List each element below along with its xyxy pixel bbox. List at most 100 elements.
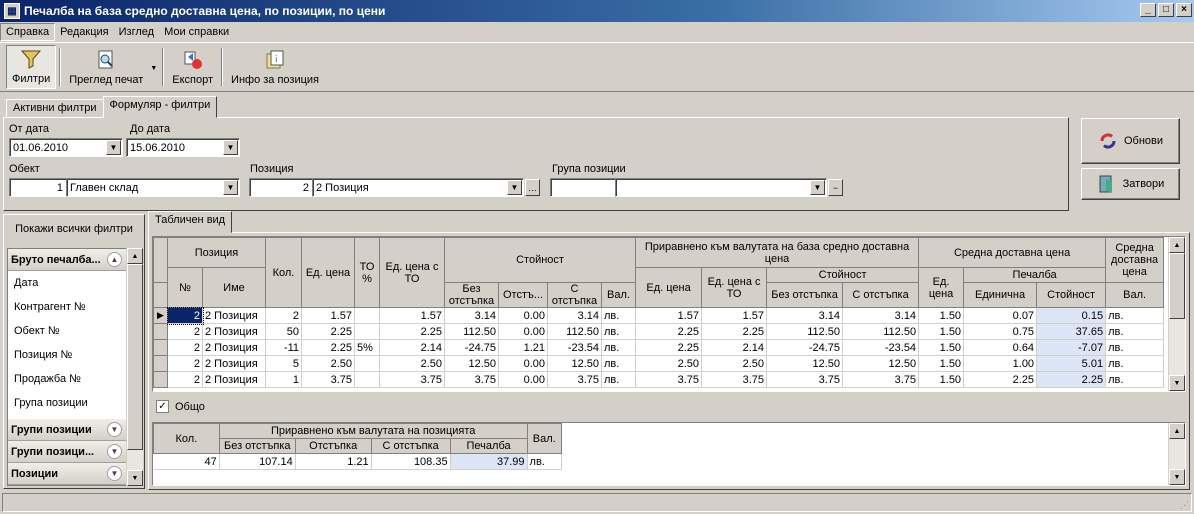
cell-qty[interactable]: 2 (265, 307, 302, 324)
total-header-profit[interactable]: Печалба (449, 438, 528, 454)
item-info-button[interactable]: i Инфо за позиция (226, 45, 324, 89)
cell-cur[interactable]: лв. (601, 307, 637, 324)
cell-disc[interactable]: 0.00 (498, 371, 548, 388)
tab-filter-form[interactable]: Формуляр - филтри (102, 96, 218, 118)
cell-qty[interactable]: 50 (265, 323, 302, 340)
cell-p-value[interactable]: 5.01 (1036, 355, 1107, 372)
cell-qty[interactable]: 5 (265, 355, 302, 372)
side-item-object[interactable]: Обект № (8, 319, 126, 343)
item-id-input[interactable]: 2 (249, 178, 313, 197)
header-conv-unit-price-to[interactable]: Ед. цена с ТО (701, 267, 768, 308)
cell-no[interactable]: 2 (167, 371, 203, 388)
chevron-down-icon[interactable]: ▼ (223, 140, 238, 155)
cell-name[interactable]: 2 Позиция (202, 323, 266, 340)
side-item-contractor[interactable]: Контрагент № (8, 295, 126, 319)
cell-c-price[interactable]: 2.50 (635, 355, 703, 372)
cell-no-disc[interactable]: 3.75 (444, 371, 499, 388)
header-avg-unit[interactable]: Ед. цена (918, 267, 965, 308)
chevron-down-icon[interactable]: ▼ (107, 422, 122, 437)
cell-c-with-disc[interactable]: 12.50 (842, 355, 920, 372)
menu-my-reports[interactable]: Мои справки (159, 24, 234, 40)
total-header-with-discount[interactable]: С отстъпка (370, 438, 451, 454)
cell-with-disc[interactable]: 3.75 (547, 371, 602, 388)
maximize-button[interactable]: □ (1158, 3, 1174, 17)
header-with-discount[interactable]: С отстъпка (547, 282, 602, 308)
chevron-down-icon[interactable]: ▼ (107, 466, 122, 481)
header-conv-no-discount[interactable]: Без отстъпка (766, 282, 844, 308)
row-indicator[interactable] (153, 371, 168, 388)
header-avg-currency-sub[interactable]: Вал. (1105, 282, 1165, 308)
cell-avg[interactable]: 1.50 (918, 339, 965, 356)
header-unit-price[interactable]: Ед. цена (301, 237, 355, 308)
cell-disc[interactable]: 0.00 (498, 323, 548, 340)
chevron-down-icon[interactable]: ▼ (507, 180, 522, 195)
cell-name[interactable]: 2 Позиция (202, 355, 266, 372)
cell-with-disc[interactable]: 12.50 (547, 355, 602, 372)
scroll-down-icon[interactable]: ▼ (1169, 469, 1185, 485)
cell-no[interactable]: 2 (167, 323, 203, 340)
total-header-currency[interactable]: Вал. (526, 423, 563, 454)
cell-price-to[interactable]: 2.50 (379, 355, 445, 372)
scroll-up-icon[interactable]: ▲ (1169, 237, 1185, 253)
table-row[interactable]: 22 Позиция 1 3.75 3.75 3.75 0.00 3.75 лв. 3.75 3.… (153, 371, 1165, 388)
cell-cur[interactable]: лв. (601, 339, 637, 356)
cell-disc[interactable]: 0.00 (498, 355, 548, 372)
cell-disc[interactable]: 1.21 (498, 339, 548, 356)
cell-no-disc[interactable]: 3.14 (444, 307, 499, 324)
current-row-indicator-icon[interactable]: ▶ (153, 307, 168, 324)
cell-c-price[interactable]: 3.75 (635, 371, 703, 388)
cell-c-no-disc[interactable]: 3.75 (766, 371, 844, 388)
header-qty[interactable]: Кол. (265, 237, 302, 308)
cell-price[interactable]: 1.57 (301, 307, 355, 324)
tab-table-view[interactable]: Табличен вид (148, 211, 233, 233)
header-discount[interactable]: Отстъ... (498, 282, 548, 308)
cell-price[interactable]: 2.25 (301, 339, 355, 356)
cell-c-with-disc[interactable]: 3.75 (842, 371, 920, 388)
cell-to[interactable]: 5% (354, 339, 380, 356)
cell-c-no-disc[interactable]: 112.50 (766, 323, 844, 340)
cell-price[interactable]: 2.25 (301, 323, 355, 340)
cell-c-price[interactable]: 1.57 (635, 307, 703, 324)
scroll-up-icon[interactable]: ▲ (127, 248, 143, 264)
cell-to[interactable] (354, 323, 380, 340)
cell-cur2[interactable]: лв. (1105, 307, 1165, 324)
cell-cur[interactable]: лв. (601, 323, 637, 340)
cell-avg[interactable]: 1.50 (918, 323, 965, 340)
cell-p-unit[interactable]: 1.00 (963, 355, 1038, 372)
cell-to[interactable] (354, 371, 380, 388)
total-header-discount[interactable]: Отстъпка (294, 438, 372, 454)
group-name-select[interactable]: ▼ (615, 178, 827, 197)
cell-to[interactable] (354, 307, 380, 324)
from-date-input[interactable]: 01.06.2010 ▼ (9, 138, 123, 157)
cell-price[interactable]: 2.50 (301, 355, 355, 372)
total-toggle[interactable]: ✓ Общо (156, 400, 205, 413)
cell-p-value[interactable]: 37.65 (1036, 323, 1107, 340)
item-browse-button[interactable]: … (525, 179, 540, 196)
cell-avg[interactable]: 1.50 (918, 355, 965, 372)
row-indicator[interactable] (153, 323, 168, 340)
grid-scrollbar[interactable]: ▲ ▼ (1168, 237, 1185, 391)
header-discount-pct[interactable]: ТО % (354, 237, 380, 308)
total-header-qty[interactable]: Кол. (153, 423, 220, 454)
minimize-button[interactable]: _ (1140, 3, 1156, 17)
cell-cur2[interactable]: лв. (1105, 323, 1165, 340)
cell-p-unit[interactable]: 0.75 (963, 323, 1038, 340)
chevron-down-icon[interactable]: ▼ (223, 180, 238, 195)
cell-qty[interactable]: 1 (265, 371, 302, 388)
cell-cur2[interactable]: лв. (1105, 355, 1165, 372)
filters-button[interactable]: Филтри (6, 45, 57, 89)
table-row[interactable]: 22 Позиция 50 2.25 2.25 112.50 0.00 112.50 лв. 2… (153, 323, 1165, 340)
object-name-select[interactable]: Главен склад ▼ (66, 178, 240, 197)
row-indicator[interactable] (153, 339, 168, 356)
cell-c-no-disc[interactable]: -24.75 (766, 339, 844, 356)
table-row[interactable]: ▶ 2 2 Позиция 2 1.57 1.57 3.14 0.00 3.14 лв. 1.57 1… (153, 306, 1165, 325)
header-no[interactable]: № (167, 267, 203, 308)
cell-p-value[interactable]: -7.07 (1036, 339, 1107, 356)
cell-c-price-to[interactable]: 1.57 (701, 307, 768, 324)
cell-c-no-disc[interactable]: 12.50 (766, 355, 844, 372)
close-window-button[interactable]: × (1176, 3, 1192, 17)
total-checkbox[interactable]: ✓ (156, 400, 169, 413)
scroll-down-icon[interactable]: ▼ (1169, 375, 1185, 391)
show-all-filters[interactable]: Покажи всички филтри (4, 215, 144, 243)
cell-cur[interactable]: лв. (601, 355, 637, 372)
